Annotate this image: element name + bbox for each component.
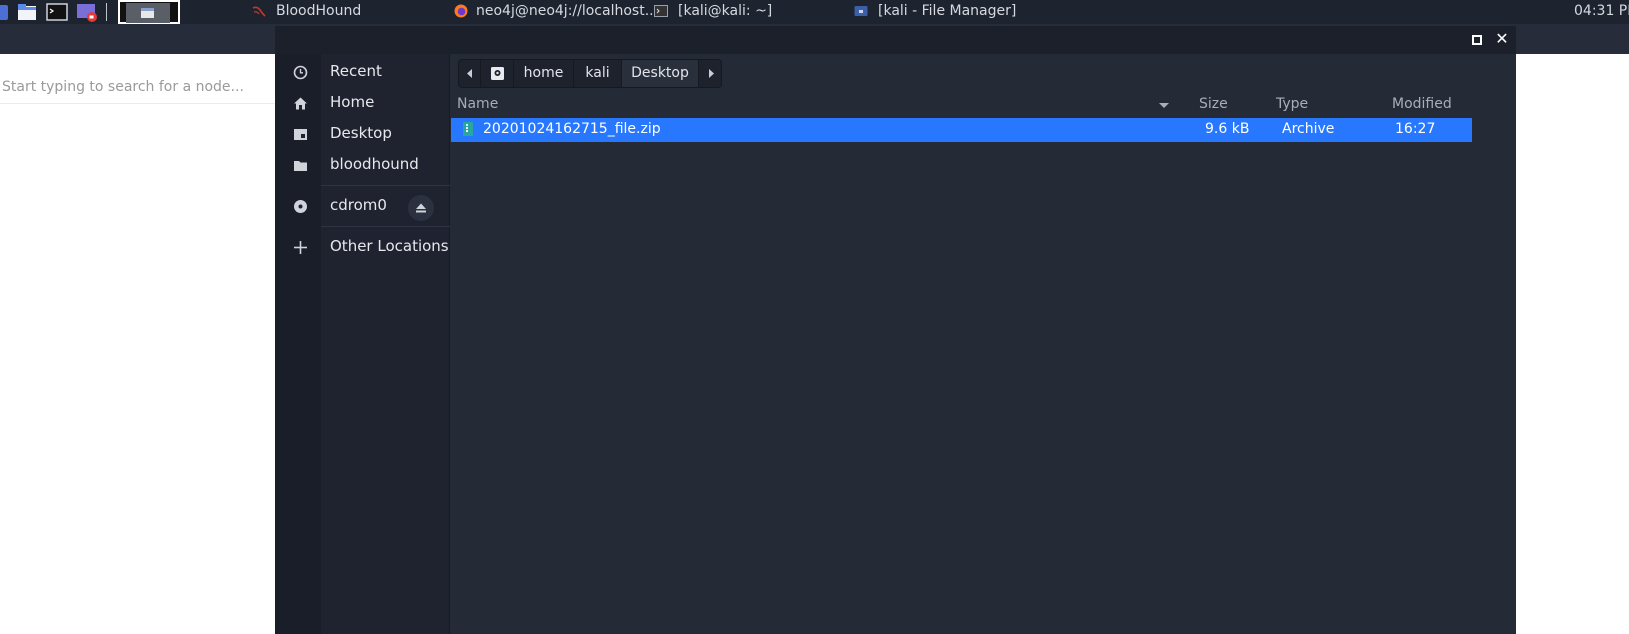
column-name-header[interactable]: Name [457, 96, 498, 112]
sidebar-item-desktop[interactable]: Desktop [275, 118, 450, 150]
desktop-icon [294, 129, 307, 140]
window-thumbnail-icon [141, 8, 154, 18]
clock-icon [293, 65, 308, 80]
column-modified-header[interactable]: Modified [1392, 96, 1452, 112]
file-name: 20201024162715_file.zip [483, 121, 661, 137]
sidebar-separator [321, 185, 450, 186]
sidebar-item-label: bloodhound [330, 155, 419, 173]
file-modified: 16:27 [1395, 121, 1436, 137]
terminal-icon[interactable] [46, 2, 68, 22]
bloodhound-icon [252, 6, 266, 17]
sort-descending-icon[interactable] [1159, 103, 1169, 108]
sidebar-item-label: Home [330, 93, 375, 111]
chevron-left-icon [467, 69, 472, 78]
task-terminal[interactable]: [kali@kali: ~] [654, 0, 834, 24]
path-segment-kali[interactable]: kali [574, 60, 622, 87]
sidebar-item-home[interactable]: Home [275, 87, 450, 119]
sidebar-item-other-locations[interactable]: Other Locations [275, 231, 450, 263]
file-manager-icon[interactable] [16, 2, 38, 22]
terminal-icon [654, 5, 668, 17]
sidebar-item-cdrom0[interactable]: cdrom0 [275, 190, 450, 222]
file-row[interactable]: 20201024162715_file.zip 9.6 kB Archive 1… [451, 118, 1472, 142]
file-type: Archive [1282, 121, 1335, 137]
node-search-input[interactable]: Start typing to search for a node... [0, 70, 277, 104]
places-sidebar: Recent Home Desktop bloodhound cdrom0 Ot… [275, 54, 450, 634]
task-label: neo4j@neo4j://localhost... [476, 3, 659, 19]
path-root-button[interactable] [481, 60, 514, 87]
drive-icon [491, 67, 504, 80]
eject-icon [416, 203, 426, 213]
close-icon[interactable]: ✕ [1493, 28, 1511, 50]
task-label: BloodHound [276, 3, 362, 19]
folder-icon [294, 161, 307, 171]
task-bloodhound[interactable]: BloodHound [252, 0, 432, 24]
file-manager-icon [854, 6, 868, 16]
task-label: [kali@kali: ~] [678, 3, 773, 19]
maximize-icon[interactable] [1472, 35, 1482, 45]
disc-icon [294, 200, 307, 213]
file-size: 9.6 kB [1205, 121, 1250, 137]
file-list-header: Name Size Type Modified [457, 94, 1478, 117]
screen-recorder-icon[interactable] [76, 2, 98, 22]
eject-button[interactable] [408, 195, 434, 221]
workspace-switcher[interactable] [118, 0, 180, 24]
plus-icon [294, 241, 307, 254]
task-firefox[interactable]: neo4j@neo4j://localhost... [454, 0, 658, 24]
dialog-titlebar[interactable]: ✕ [275, 26, 1516, 54]
sidebar-item-label: cdrom0 [330, 196, 387, 214]
task-label: [kali - File Manager] [878, 3, 1017, 19]
file-chooser-dialog: ✕ Recent Home Desktop bloodhound cdrom0 [275, 26, 1516, 634]
file-list: 20201024162715_file.zip 9.6 kB Archive 1… [451, 117, 1472, 634]
workspace-1[interactable] [126, 3, 170, 23]
path-segment-desktop[interactable]: Desktop [622, 60, 699, 87]
chevron-right-icon [709, 69, 714, 78]
firefox-icon [454, 4, 468, 18]
app-menu-icon[interactable] [0, 2, 12, 22]
path-scroll-left-button[interactable] [459, 60, 481, 87]
taskbar-separator [106, 3, 107, 21]
task-file-manager[interactable]: [kali - File Manager] [854, 0, 1034, 24]
sidebar-separator [321, 226, 450, 227]
sidebar-item-recent[interactable]: Recent [275, 56, 450, 88]
path-scroll-right-button[interactable] [699, 60, 721, 87]
column-type-header[interactable]: Type [1276, 96, 1308, 112]
path-segment-home[interactable]: home [514, 60, 574, 87]
path-bar: home kali Desktop [458, 59, 722, 88]
sidebar-item-label: Recent [330, 62, 382, 80]
home-icon [294, 97, 307, 110]
column-size-header[interactable]: Size [1199, 96, 1228, 112]
sidebar-item-bloodhound[interactable]: bloodhound [275, 149, 450, 181]
archive-file-icon [463, 122, 473, 136]
taskbar: BloodHound neo4j@neo4j://localhost... [k… [0, 0, 1629, 24]
sidebar-item-label: Other Locations [330, 237, 449, 255]
clock[interactable]: 04:31 PM [1574, 0, 1629, 22]
sidebar-item-label: Desktop [330, 124, 392, 142]
